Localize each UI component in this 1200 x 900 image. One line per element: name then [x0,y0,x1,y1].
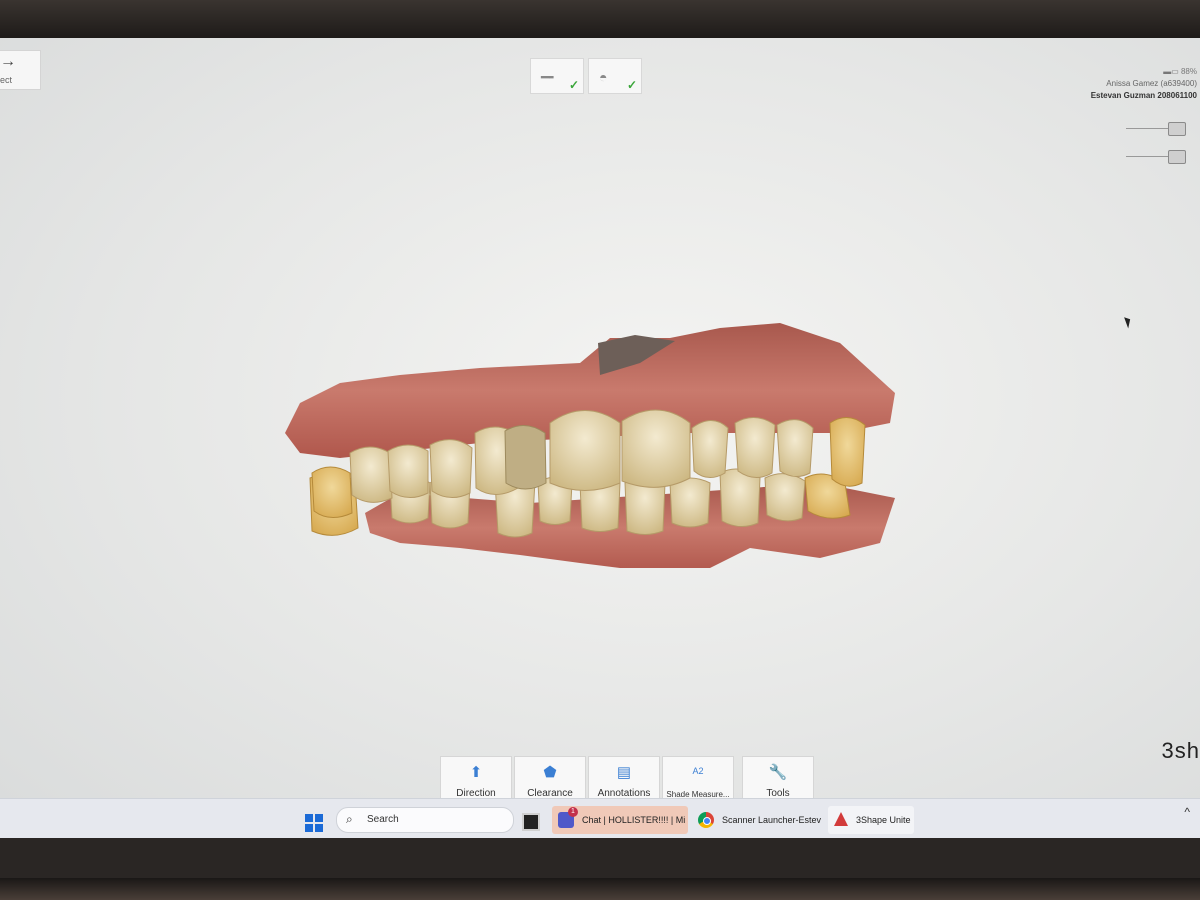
shade-measure-button[interactable]: A2 Shade Measure... [662,756,734,804]
upper-jaw-transparency-slider[interactable] [1126,122,1186,136]
3shape-logo: 3sh [1161,738,1200,763]
workflow-step-bite[interactable]: ◓ ✓ [588,58,642,94]
taskbar-app-chrome[interactable]: Scanner Launcher-Estev [692,806,824,834]
annotation-icon: ▤ [616,764,632,781]
check-icon: ✓ [568,78,579,92]
check-icon: ✓ [626,78,637,92]
bottom-toolbar: ⬆ Direction ⬟ Clearance ▤ Annotations A2… [440,756,814,804]
lower-jaw-icon [1168,150,1186,164]
zoom-level: ▬▭ 88% [1163,67,1197,76]
tools-button[interactable]: 🔧 Tools [742,756,814,804]
tooth-icon: ◓ [599,69,608,85]
taskbar-app-3shape-unite[interactable]: 3Shape Unite [828,806,914,834]
chrome-icon [698,812,714,828]
shade-icon: A2 [692,766,704,776]
clearance-button[interactable]: ⬟ Clearance [514,756,586,804]
upper-jaw-icon [1168,122,1186,136]
next-button-label: ect [0,75,13,85]
scanner-wand-icon: ━╸ [541,69,558,85]
direction-icon: ⬆ [469,764,483,781]
windows-taskbar: ^ ⌕ Search 1 Chat | HOLLISTER!!!! | Mi S… [0,798,1200,838]
chevron-up-icon[interactable]: ^ [1184,805,1190,819]
case-name: Estevan Guzman 208061100 [1090,91,1197,100]
search-icon: ⌕ [346,812,353,826]
monitor-bezel-top [0,0,1200,38]
doctor-name: Anissa Gamez (a639400) [1106,79,1197,88]
notification-badge: 1 [568,807,578,817]
taskbar-search[interactable]: ⌕ Search [336,807,514,833]
direction-button[interactable]: ⬆ Direction [440,756,512,804]
next-button[interactable]: → ect [0,50,41,90]
lower-jaw-transparency-slider[interactable] [1126,150,1186,164]
task-view-icon[interactable] [522,813,540,831]
annotations-button[interactable]: ▤ Annotations [588,756,660,804]
3shape-icon [834,812,848,826]
patient-info: ▬▭ 88% Anissa Gamez (a639400) Estevan Gu… [1091,66,1200,102]
monitor-bezel-bottom [0,878,1200,900]
taskbar-app-teams[interactable]: 1 Chat | HOLLISTER!!!! | Mi [552,806,688,834]
tooth-clearance-icon: ⬟ [543,764,557,781]
workflow-step-scan[interactable]: ━╸ ✓ [530,58,584,94]
transparency-sliders [1126,122,1186,178]
workflow-steps: ━╸ ✓ ◓ ✓ [530,58,642,94]
arrow-right-icon: → [0,53,16,70]
mouse-cursor-icon [1124,315,1133,329]
app-screen: → ect ━╸ ✓ ◓ ✓ ▬▭ 88% Anissa Gamez (a639… [0,38,1200,838]
wrench-icon: 🔧 [768,764,788,781]
dental-scan-model[interactable] [280,283,905,568]
windows-start-icon[interactable] [305,814,323,832]
